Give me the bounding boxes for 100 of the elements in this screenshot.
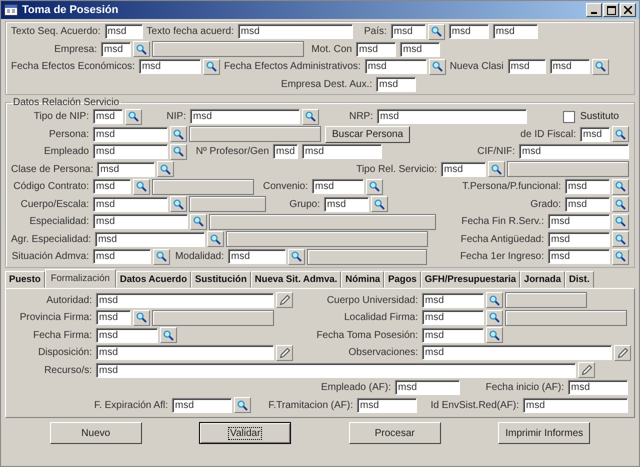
input-field[interactable]: msd (441, 162, 486, 177)
input-field[interactable]: msd (228, 249, 286, 264)
edit-button[interactable] (276, 292, 293, 308)
input-field[interactable]: msd (550, 59, 590, 74)
input-field[interactable]: msd (93, 249, 151, 264)
search-button[interactable] (612, 196, 629, 212)
input-field[interactable]: msd (400, 42, 440, 57)
input-field[interactable]: msd (390, 24, 426, 40)
input-field[interactable]: msd (93, 179, 131, 194)
input-field[interactable]: msd (302, 144, 382, 160)
input-field[interactable]: msd (548, 249, 610, 264)
tab[interactable]: Nómina (341, 270, 384, 288)
input-field[interactable]: msd (312, 179, 364, 194)
tab[interactable]: GFH/Presupuestaria (420, 270, 520, 288)
input-field[interactable]: msd (580, 126, 610, 142)
input-field[interactable]: msd (565, 179, 610, 194)
search-button[interactable] (488, 161, 505, 178)
search-button[interactable] (428, 58, 446, 75)
search-button[interactable] (612, 178, 629, 195)
search-person-button[interactable]: Buscar Persona (325, 126, 410, 143)
search-button[interactable] (125, 108, 142, 125)
input-field[interactable]: msd (172, 398, 232, 413)
search-button[interactable] (133, 178, 150, 195)
edit-button[interactable] (614, 344, 631, 361)
edit-button[interactable] (276, 344, 293, 361)
input-field[interactable]: msd (448, 24, 489, 40)
input-field[interactable]: msd (93, 109, 123, 124)
search-button[interactable] (486, 292, 503, 308)
search-button[interactable] (207, 231, 224, 248)
search-button[interactable] (202, 58, 220, 75)
input-field[interactable]: msd (523, 398, 628, 413)
input-field[interactable]: msd (422, 328, 484, 343)
search-button[interactable] (133, 41, 150, 58)
input-field[interactable]: msd (548, 232, 610, 247)
input-field[interactable]: msd (138, 59, 201, 74)
action-button[interactable]: Procesar (348, 422, 441, 444)
close-button[interactable] (620, 3, 636, 17)
input-field[interactable]: msd (356, 42, 396, 57)
input-field[interactable]: msd (190, 109, 300, 124)
input-field[interactable]: msd (364, 59, 427, 74)
input-field[interactable]: msd (492, 24, 538, 40)
input-field[interactable]: msd (568, 380, 628, 396)
input-field[interactable]: msd (508, 59, 546, 74)
search-button[interactable] (153, 248, 170, 265)
search-button[interactable] (612, 214, 629, 230)
input-field[interactable]: msd (93, 196, 168, 212)
search-button[interactable] (133, 310, 150, 326)
input-field[interactable]: msd (96, 328, 158, 343)
input-field[interactable]: msd (357, 398, 417, 413)
search-button[interactable] (366, 178, 383, 195)
input-field[interactable]: msd (324, 196, 369, 212)
input-field[interactable]: msd (95, 232, 206, 247)
action-button[interactable]: Imprimir Informes (498, 422, 590, 444)
input-field[interactable]: msd (93, 214, 188, 230)
search-button[interactable] (371, 196, 388, 212)
input-field[interactable]: msd (101, 42, 131, 57)
input-field[interactable]: msd (93, 126, 168, 142)
maximize-button[interactable] (603, 3, 619, 17)
input-field[interactable]: msd (96, 310, 131, 326)
input-field[interactable]: msd (395, 380, 460, 396)
input-field[interactable]: msd (93, 144, 168, 160)
checkbox[interactable] (563, 110, 576, 123)
search-button[interactable] (190, 214, 207, 230)
search-button[interactable] (428, 24, 445, 40)
tab[interactable]: Datos Acuerdo (116, 270, 192, 288)
input-field[interactable]: msd (97, 162, 156, 177)
search-button[interactable] (160, 327, 177, 344)
input-field[interactable]: msd (376, 76, 416, 92)
input-field[interactable]: msd (96, 345, 274, 360)
tab[interactable]: Nueva Sit. Admva. (250, 270, 342, 288)
tab[interactable]: Pagos (384, 270, 421, 288)
search-button[interactable] (170, 196, 187, 212)
search-button[interactable] (612, 248, 629, 265)
search-button[interactable] (612, 231, 629, 248)
tab[interactable]: Puesto (5, 270, 45, 288)
search-button[interactable] (170, 126, 187, 142)
minimize-button[interactable] (586, 3, 602, 17)
input-field[interactable]: msd (273, 144, 298, 160)
input-field[interactable]: msd (422, 310, 484, 326)
input-field[interactable]: msd (96, 292, 274, 308)
search-button[interactable] (592, 58, 609, 75)
input-field[interactable]: msd (238, 24, 353, 40)
input-field[interactable]: msd (422, 345, 612, 360)
edit-button[interactable] (578, 362, 595, 378)
search-button[interactable] (486, 310, 503, 326)
tab[interactable]: Sustitución (191, 270, 251, 288)
input-field[interactable]: msd (96, 362, 576, 378)
search-button[interactable] (157, 161, 174, 178)
input-field[interactable]: msd (377, 109, 527, 124)
input-field[interactable]: msd (548, 214, 610, 230)
tab[interactable]: Formalización (44, 268, 116, 288)
search-button[interactable] (486, 327, 503, 344)
tab[interactable]: Dist. (565, 270, 594, 288)
search-button[interactable] (288, 248, 305, 265)
input-field[interactable]: msd (104, 24, 143, 40)
tab[interactable]: Jornada (520, 270, 565, 288)
search-button[interactable] (170, 144, 187, 160)
search-button[interactable] (612, 126, 629, 142)
search-button[interactable] (234, 397, 251, 414)
action-button[interactable]: Nuevo (50, 422, 142, 444)
